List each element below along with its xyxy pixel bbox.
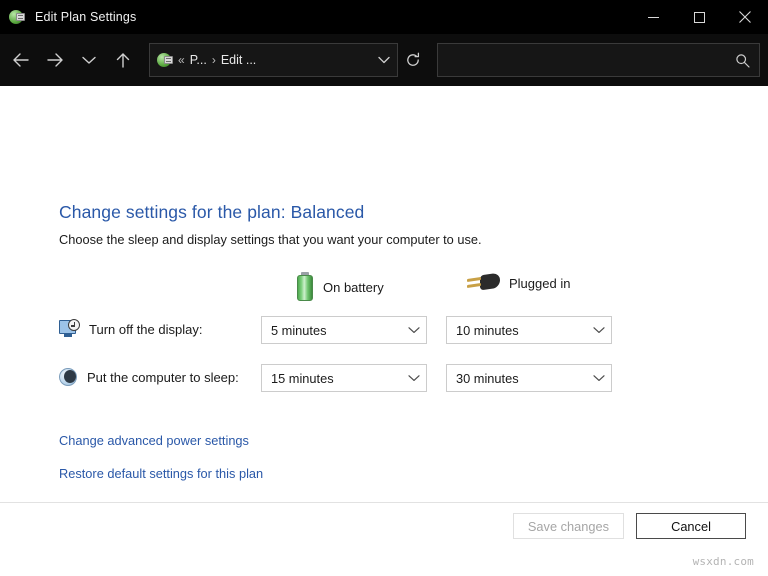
back-arrow-icon[interactable]	[4, 42, 38, 78]
dropdown-value: 30 minutes	[456, 370, 519, 386]
breadcrumb-segment-2[interactable]: Edit ...	[221, 53, 256, 67]
chevron-down-icon[interactable]	[408, 326, 420, 334]
display-clock-icon	[59, 319, 80, 338]
address-bar[interactable]: « P... › Edit ...	[149, 43, 398, 77]
content-area: Change settings for the plan: Balanced C…	[0, 86, 768, 576]
power-plug-icon	[466, 272, 500, 294]
watermark: wsxdn.com	[692, 555, 754, 568]
search-icon[interactable]	[735, 53, 750, 68]
window-title: Edit Plan Settings	[35, 10, 137, 24]
refresh-icon[interactable]	[398, 43, 428, 77]
edit-plan-settings-window: Edit Plan Settings « P... › Edit ... Cha…	[0, 0, 768, 576]
footer-divider	[0, 502, 768, 503]
column-header-on-battery-label: On battery	[323, 279, 384, 295]
save-changes-button[interactable]: Save changes	[512, 513, 624, 539]
link-restore-default-settings[interactable]: Restore default settings for this plan	[59, 466, 263, 481]
link-change-advanced-power-settings[interactable]: Change advanced power settings	[59, 433, 249, 448]
cancel-button[interactable]: Cancel	[636, 513, 746, 539]
chevron-down-icon[interactable]	[408, 374, 420, 382]
breadcrumb-separator: ›	[211, 53, 216, 67]
forward-arrow-icon[interactable]	[38, 42, 72, 78]
column-header-on-battery: On battery	[296, 272, 384, 302]
column-header-plugged-in-label: Plugged in	[509, 275, 571, 291]
dropdown-sleep-on-battery[interactable]: 15 minutes	[261, 364, 427, 392]
sleep-moon-icon	[59, 368, 77, 386]
maximize-button[interactable]	[676, 0, 722, 34]
breadcrumb-segment-1[interactable]: P...	[190, 53, 207, 67]
row-label-put-computer-to-sleep: Put the computer to sleep:	[59, 368, 239, 386]
dropdown-turn-off-display-plugged-in[interactable]: 10 minutes	[446, 316, 612, 344]
window-controls	[630, 0, 768, 34]
footer-button-row: Save changes Cancel	[512, 513, 746, 539]
dropdown-sleep-plugged-in[interactable]: 30 minutes	[446, 364, 612, 392]
search-input[interactable]	[438, 44, 759, 76]
column-header-plugged-in: Plugged in	[466, 272, 570, 294]
recent-locations-chevron-down-icon[interactable]	[72, 42, 106, 78]
power-plan-icon	[9, 9, 25, 25]
breadcrumb-overflow[interactable]: «	[178, 53, 185, 67]
breadcrumb-power-plan-icon	[157, 52, 173, 68]
chevron-down-icon[interactable]	[593, 326, 605, 334]
up-arrow-icon[interactable]	[106, 42, 140, 78]
dropdown-value: 5 minutes	[271, 322, 327, 338]
dropdown-value: 10 minutes	[456, 322, 519, 338]
minimize-button[interactable]	[630, 0, 676, 34]
page-subtitle: Choose the sleep and display settings th…	[59, 232, 482, 247]
row-label-turn-off-display-text: Turn off the display:	[89, 321, 203, 337]
dropdown-value: 15 minutes	[271, 370, 334, 386]
search-box[interactable]	[437, 43, 760, 77]
row-label-turn-off-display: Turn off the display:	[59, 319, 203, 338]
breadcrumb-chevron-down-icon[interactable]	[371, 56, 397, 64]
page-title: Change settings for the plan: Balanced	[59, 202, 365, 222]
close-button[interactable]	[722, 0, 768, 34]
title-bar: Edit Plan Settings	[0, 0, 768, 34]
navigation-bar: « P... › Edit ...	[0, 34, 768, 86]
row-label-put-computer-to-sleep-text: Put the computer to sleep:	[87, 369, 239, 385]
chevron-down-icon[interactable]	[593, 374, 605, 382]
battery-icon	[296, 272, 314, 302]
dropdown-turn-off-display-on-battery[interactable]: 5 minutes	[261, 316, 427, 344]
